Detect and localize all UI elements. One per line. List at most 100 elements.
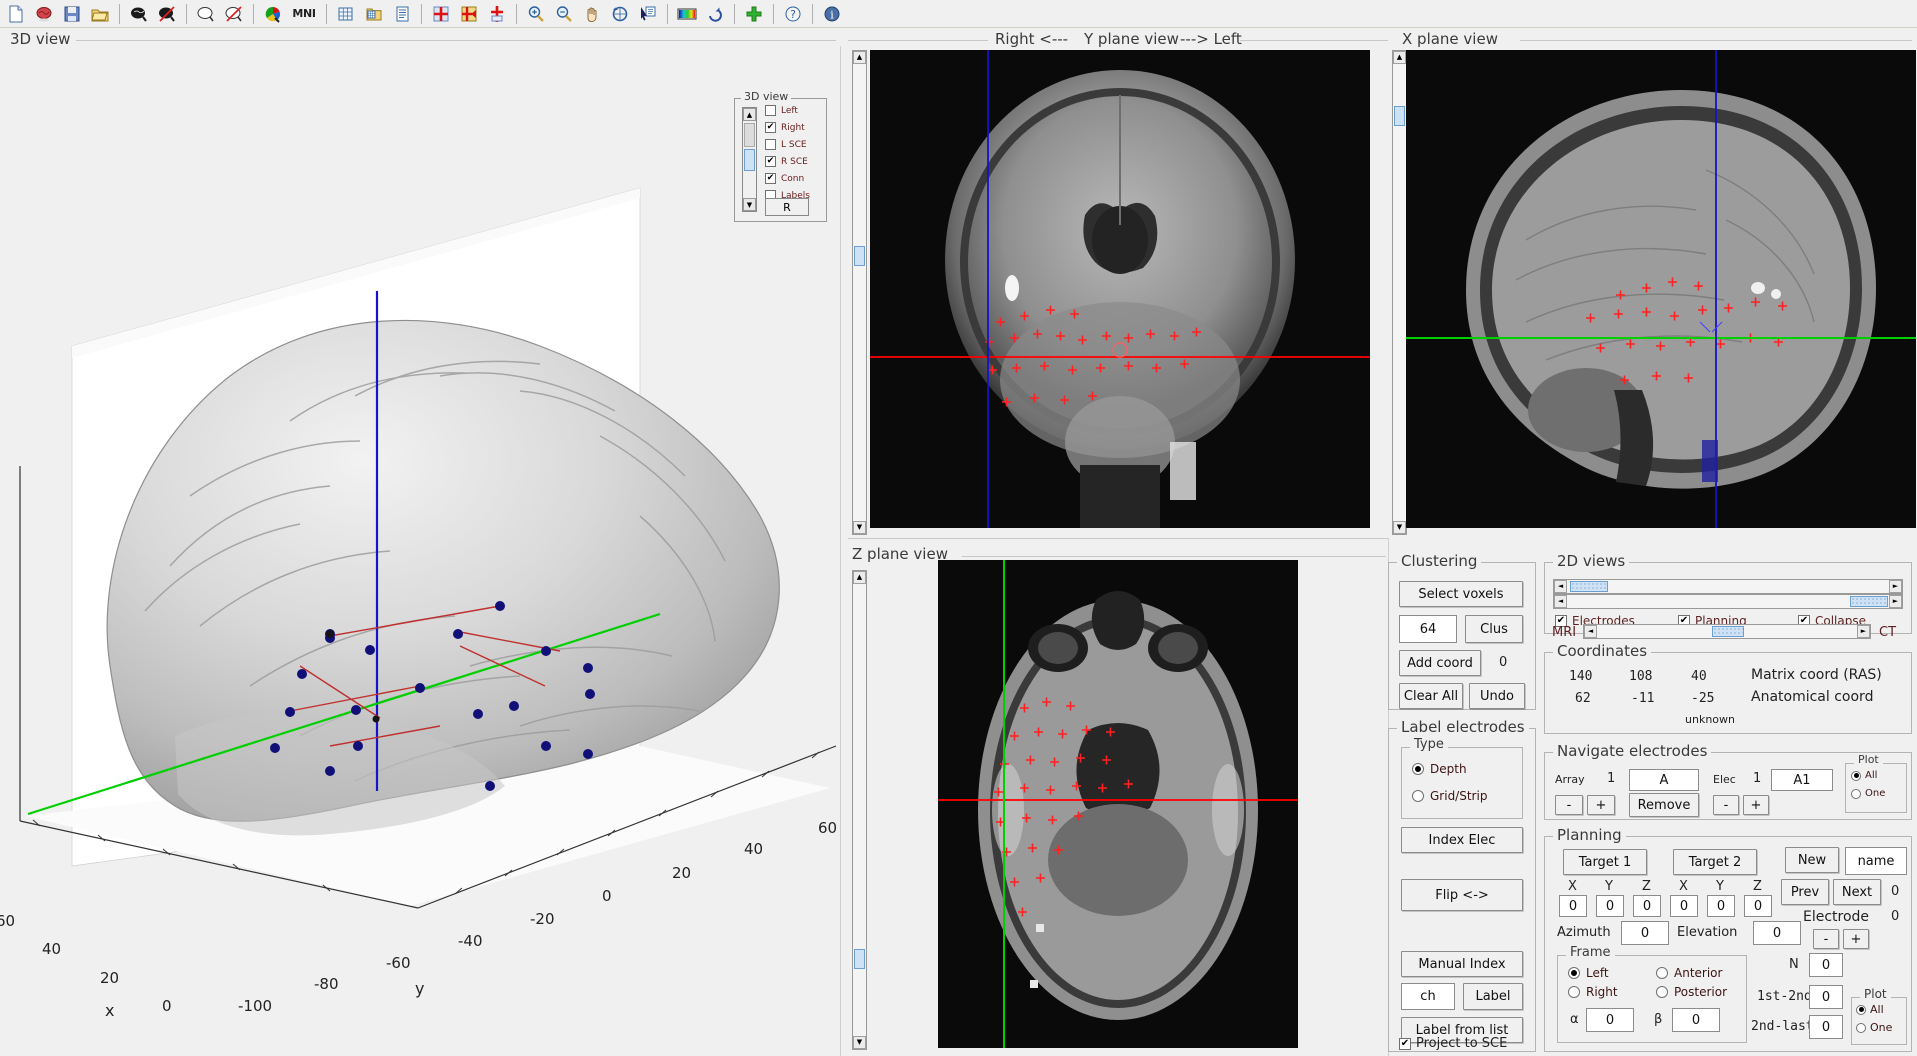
x-plane-image[interactable]: [1406, 50, 1916, 528]
help-icon[interactable]: ?: [780, 2, 806, 26]
target1-button[interactable]: Target 1: [1563, 849, 1647, 875]
radio-depth-circle[interactable]: [1412, 763, 1424, 775]
array-minus-button[interactable]: -: [1555, 795, 1583, 815]
new-file-icon[interactable]: [3, 2, 29, 26]
frame-radio-left[interactable]: Left: [1568, 966, 1609, 980]
undo-button[interactable]: Undo: [1469, 683, 1525, 709]
color-atlas-icon[interactable]: [260, 2, 286, 26]
navigate-plot-one[interactable]: One: [1851, 788, 1885, 799]
save-icon[interactable]: [59, 2, 85, 26]
project-to-sce-box[interactable]: ✔: [1399, 1038, 1411, 1050]
frame-radio-anterior[interactable]: Anterior: [1656, 966, 1722, 980]
flip-button[interactable]: Flip <->: [1401, 879, 1523, 911]
planning-z2-input[interactable]: 0: [1744, 895, 1772, 917]
legend-item-conn[interactable]: ✔ Conn: [765, 173, 804, 184]
add-green-icon[interactable]: [741, 2, 767, 26]
legend-item-right[interactable]: ✔ Right: [765, 122, 805, 133]
mni-label[interactable]: MNI: [288, 2, 320, 26]
clear-all-button[interactable]: Clear All: [1399, 683, 1463, 709]
clus-button[interactable]: Clus: [1465, 615, 1523, 643]
legend-item-left[interactable]: Left: [765, 105, 798, 116]
y-plane-scroll-up-right-icon[interactable]: ▲: [1393, 51, 1406, 64]
next-button[interactable]: Next: [1833, 879, 1881, 905]
mri-ct-slider-right-icon[interactable]: ►: [1857, 625, 1870, 638]
zoom-out-icon[interactable]: [551, 2, 577, 26]
planning-plot-one-circle[interactable]: [1856, 1023, 1866, 1033]
refresh-icon[interactable]: [702, 2, 728, 26]
frame-anterior-circle[interactable]: [1656, 967, 1668, 979]
legend-checkbox-lsce[interactable]: [765, 139, 776, 150]
elec-name-input[interactable]: A1: [1771, 769, 1833, 791]
elec-plus-button[interactable]: +: [1743, 795, 1769, 815]
z-plane-scroll-thumb[interactable]: [854, 949, 865, 969]
electrode-minus-button[interactable]: -: [1813, 929, 1839, 949]
crosshair-move-icon[interactable]: [456, 2, 482, 26]
navigate-plot-one-circle[interactable]: [1851, 789, 1861, 799]
legend-checkbox-left[interactable]: [765, 105, 776, 116]
prev-button[interactable]: Prev: [1781, 879, 1829, 905]
array-plus-button[interactable]: +: [1587, 795, 1615, 815]
legend-scroll-thumb-2[interactable]: [744, 149, 755, 171]
info-icon[interactable]: i: [819, 2, 845, 26]
select-voxels-button[interactable]: Select voxels: [1399, 581, 1523, 607]
legend-r-button[interactable]: R: [765, 198, 809, 216]
elec-minus-button[interactable]: -: [1713, 795, 1739, 815]
legend-scroll-down-icon[interactable]: ▼: [743, 198, 756, 211]
y-plane-scroll-down-icon[interactable]: ▼: [853, 521, 866, 534]
brain-surface-off-icon[interactable]: [154, 2, 180, 26]
grid-icon[interactable]: [333, 2, 359, 26]
views2d-slider-top-thumb[interactable]: [1570, 581, 1608, 592]
y-plane-image[interactable]: [870, 50, 1370, 528]
pan-hand-icon[interactable]: [579, 2, 605, 26]
remove-array-button[interactable]: Remove: [1629, 793, 1699, 817]
frame-right-circle[interactable]: [1568, 986, 1580, 998]
beta-input[interactable]: 0: [1672, 1008, 1720, 1032]
views2d-slider-top-left-icon[interactable]: ◄: [1554, 580, 1567, 593]
navigate-plot-all[interactable]: All: [1851, 770, 1877, 781]
first-second-input[interactable]: 0: [1809, 985, 1843, 1009]
n-input[interactable]: 0: [1809, 953, 1843, 977]
z-plane-image[interactable]: [938, 560, 1298, 1048]
brain-surface-icon[interactable]: [126, 2, 152, 26]
z-plane-scrollbar[interactable]: ▲ ▼: [852, 570, 867, 1050]
label-button[interactable]: Label: [1463, 983, 1523, 1010]
y-plane-scroll-thumb[interactable]: [854, 246, 865, 266]
data-cursor-icon[interactable]: [635, 2, 661, 26]
views2d-slider-bottom[interactable]: ◄ ►: [1553, 594, 1903, 609]
y-plane-scroll-thumb-right[interactable]: [1394, 106, 1405, 126]
legend-scrollbar[interactable]: ▲ ▼: [742, 107, 757, 212]
y-plane-scroll-down-right-icon[interactable]: ▼: [1393, 521, 1406, 534]
legend-scroll-thumb-1[interactable]: [744, 123, 755, 147]
z-plane-scroll-up-icon[interactable]: ▲: [853, 571, 866, 584]
planning-name-input[interactable]: name: [1845, 847, 1907, 875]
z-plane-svg[interactable]: [938, 560, 1298, 1048]
list-icon[interactable]: [389, 2, 415, 26]
azimuth-input[interactable]: 0: [1621, 921, 1669, 945]
views2d-slider-bottom-right-icon[interactable]: ►: [1889, 595, 1902, 608]
planning-z1-input[interactable]: 0: [1633, 895, 1661, 917]
planning-y2-input[interactable]: 0: [1707, 895, 1735, 917]
cluster-threshold-input[interactable]: 64: [1399, 615, 1457, 643]
views2d-slider-bottom-left-icon[interactable]: ◄: [1554, 595, 1567, 608]
frame-left-circle[interactable]: [1568, 967, 1580, 979]
mri-ct-slider-thumb[interactable]: [1712, 626, 1744, 637]
legend-scroll-up-icon[interactable]: ▲: [743, 108, 756, 121]
hull-off-icon[interactable]: [221, 2, 247, 26]
legend-checkbox-rsce[interactable]: ✔: [765, 156, 776, 167]
project-to-sce-checkbox[interactable]: ✔ Project to SCE: [1399, 1036, 1507, 1051]
x-plane-svg[interactable]: [1406, 50, 1916, 528]
views2d-slider-top[interactable]: ◄ ►: [1553, 579, 1903, 594]
frame-posterior-circle[interactable]: [1656, 986, 1668, 998]
y-plane-scrollbar[interactable]: ▲ ▼: [852, 50, 867, 535]
planning-y1-input[interactable]: 0: [1596, 895, 1624, 917]
legend-checkbox-conn[interactable]: ✔: [765, 173, 776, 184]
rotate-3d-icon[interactable]: [607, 2, 633, 26]
frame-radio-posterior[interactable]: Posterior: [1656, 985, 1727, 999]
y-plane-svg[interactable]: [870, 50, 1370, 528]
legend-item-lsce[interactable]: L SCE: [765, 139, 807, 150]
planning-x1-input[interactable]: 0: [1559, 895, 1587, 917]
grid-folder-icon[interactable]: [361, 2, 387, 26]
channel-input[interactable]: ch: [1401, 983, 1455, 1010]
brain-3d-view[interactable]: -100 -80 -60 -40 -20 0 20 40 60 0 20 40 …: [0, 46, 838, 1054]
second-last-input[interactable]: 0: [1809, 1015, 1843, 1039]
